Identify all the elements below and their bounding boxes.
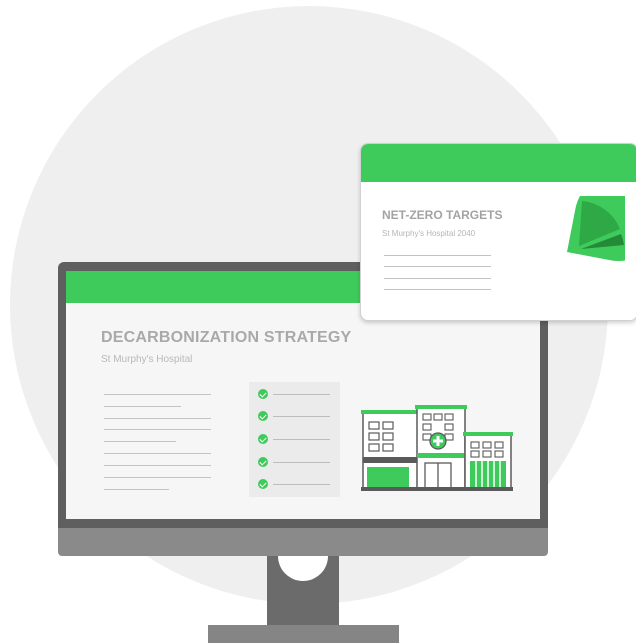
monitor-chin (58, 528, 548, 556)
net-zero-card: NET-ZERO TARGETS St Murphy's Hospital 20… (360, 143, 636, 321)
checklist-item (258, 479, 332, 489)
card-header-bar (361, 144, 636, 182)
card-title: NET-ZERO TARGETS (382, 208, 503, 222)
slide-subtitle: St Murphy's Hospital (101, 354, 193, 365)
slide-title: DECARBONIZATION STRATEGY (101, 329, 352, 346)
checklist-item (258, 457, 332, 467)
monitor-stand (267, 556, 339, 626)
check-circle-icon (258, 411, 268, 421)
hospital-building-icon (361, 405, 513, 491)
pie-chart-icon (567, 196, 625, 261)
card-subtitle: St Murphy's Hospital 2040 (382, 229, 476, 238)
checklist-item (258, 434, 332, 444)
monitor-base (208, 625, 399, 643)
checklist-item (258, 389, 332, 399)
check-circle-icon (258, 457, 268, 467)
checklist-item (258, 411, 332, 421)
check-circle-icon (258, 434, 268, 444)
check-circle-icon (258, 479, 268, 489)
check-circle-icon (258, 389, 268, 399)
checklist-panel (249, 382, 340, 497)
